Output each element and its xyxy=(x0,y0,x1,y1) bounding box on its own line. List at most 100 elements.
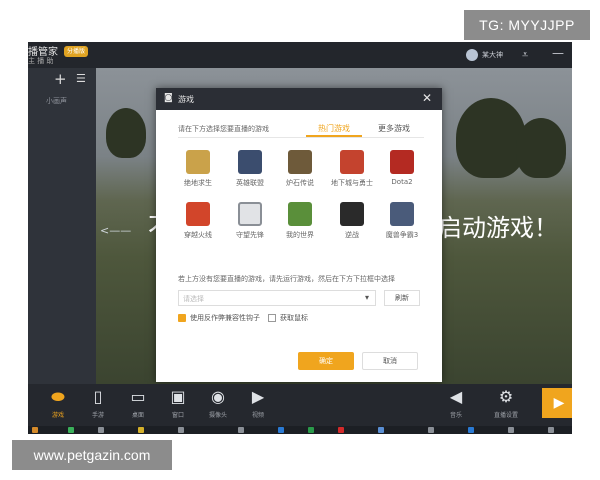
toolbar-item-camera[interactable]: ◉ 摄像头 xyxy=(200,386,236,424)
anti-cheat-label: 使用反作弊兼容性钩子 xyxy=(190,314,260,322)
game-item[interactable]: 逆战 xyxy=(328,202,376,246)
avatar[interactable] xyxy=(466,49,478,61)
tab-hot-games[interactable]: 热门游戏 xyxy=(318,123,350,134)
toolbar-item-game[interactable]: ⬬ 游戏 xyxy=(40,386,76,424)
game-name: 守望先锋 xyxy=(236,231,264,239)
dialog-hint: 请在下方选择您要直播的游戏 xyxy=(178,125,269,133)
cancel-button[interactable]: 取消 xyxy=(362,352,418,370)
anti-cheat-checkbox[interactable] xyxy=(178,314,186,322)
version-badge: 分播版 xyxy=(64,46,89,57)
toolbar-label: 桌面 xyxy=(131,412,144,419)
taskbar-icon[interactable] xyxy=(138,427,144,433)
toolbar-label: 视频 xyxy=(251,412,264,419)
dialog-note: 若上方没有您要直播的游戏，请先运行游戏，然后在下方下拉框中选择 xyxy=(178,275,395,283)
tab-more-games[interactable]: 更多游戏 xyxy=(378,123,410,134)
game-name: 穿越火线 xyxy=(184,231,212,239)
plus-icon[interactable]: + xyxy=(54,70,67,88)
os-taskbar xyxy=(28,426,572,434)
toolbar-item-video[interactable]: ▶ 视频 xyxy=(240,386,276,424)
toolbar-label: 音乐 xyxy=(449,412,462,419)
window-icon: ▣ xyxy=(170,387,186,406)
warcraft3-icon xyxy=(390,202,414,226)
toolbar-item-window[interactable]: ▣ 窗口 xyxy=(160,386,196,424)
game-name: 我的世界 xyxy=(286,231,314,239)
app-window: 播管家 主 播 助 分播版 某大神 ⩡ — + ☰ 小画声 <—— 才 启动游戏… xyxy=(28,42,572,434)
game-name: 魔兽争霸3 xyxy=(385,231,419,239)
overwatch-icon xyxy=(238,202,262,226)
game-item[interactable]: 地下城与勇士 xyxy=(328,150,376,194)
pubg-icon xyxy=(186,150,210,174)
game-name: 绝地求生 xyxy=(184,179,212,187)
taskbar-icon[interactable] xyxy=(178,427,184,433)
watermark-bottom: www.petgazin.com xyxy=(12,440,172,470)
tree xyxy=(516,118,566,178)
divider xyxy=(178,137,424,138)
taskbar-icon[interactable] xyxy=(278,427,284,433)
game-item[interactable]: 绝地求生 xyxy=(174,150,222,194)
minimize-icon[interactable]: — xyxy=(552,46,564,60)
toolbar-item-desktop[interactable]: ▭ 桌面 xyxy=(120,386,156,424)
game-item[interactable]: 魔兽争霸3 xyxy=(378,202,426,246)
nz-icon xyxy=(340,202,364,226)
taskbar-icon[interactable] xyxy=(308,427,314,433)
confirm-button[interactable]: 确定 xyxy=(298,352,354,370)
chevron-down-icon[interactable]: ▾ xyxy=(365,293,369,302)
capture-mouse-checkbox[interactable] xyxy=(268,314,276,322)
menu-icon[interactable]: ⩡ xyxy=(522,48,528,62)
lol-icon xyxy=(238,150,262,174)
toolbar-label: 直播设置 xyxy=(493,412,518,419)
hearthstone-icon xyxy=(288,150,312,174)
refresh-button[interactable]: 刷新 xyxy=(384,290,420,306)
scene-label: 小画声 xyxy=(46,97,67,105)
play-icon: ▶ xyxy=(553,395,565,411)
dialog-header: ◙ 游戏 ✕ xyxy=(156,88,442,110)
bottom-toolbar: ⬬ 游戏 ▯ 手游 ▭ 桌面 ▣ 窗口 ◉ 摄像头 ▶ 视频 ◀ 音乐 ⚙ 直播… xyxy=(28,384,572,426)
toolbar-label: 游戏 xyxy=(51,412,64,419)
dnf-icon xyxy=(340,150,364,174)
game-item[interactable]: 穿越火线 xyxy=(174,202,222,246)
taskbar-icon[interactable] xyxy=(548,427,554,433)
game-item[interactable]: 守望先锋 xyxy=(226,202,274,246)
game-item[interactable]: 炉石传说 xyxy=(276,150,324,194)
taskbar-icon[interactable] xyxy=(468,427,474,433)
taskbar-icon[interactable] xyxy=(98,427,104,433)
speaker-icon: ◀ xyxy=(449,387,463,406)
taskbar-icon[interactable] xyxy=(32,427,38,433)
taskbar-icon[interactable] xyxy=(68,427,74,433)
tree xyxy=(456,98,526,178)
taskbar-icon[interactable] xyxy=(238,427,244,433)
list-icon[interactable]: ☰ xyxy=(76,72,86,85)
scene-panel: + ☰ 小画声 xyxy=(28,68,96,384)
game-name: 逆战 xyxy=(345,231,359,239)
scene-text-right: 启动游戏！ xyxy=(438,214,558,242)
toolbar-item-music[interactable]: ◀ 音乐 xyxy=(438,386,474,424)
select-placeholder: 请选择 xyxy=(183,295,204,303)
phone-icon: ▯ xyxy=(93,387,103,406)
watermark-top: TG: MYYJJPP xyxy=(464,10,590,40)
game-item[interactable]: 英雄联盟 xyxy=(226,150,274,194)
title-bar: 播管家 主 播 助 分播版 某大神 ⩡ — xyxy=(28,42,572,68)
video-icon: ▶ xyxy=(251,387,265,406)
game-process-select[interactable]: 请选择 ▾ xyxy=(178,290,376,306)
monitor-icon: ▭ xyxy=(130,387,146,406)
game-item[interactable]: 我的世界 xyxy=(276,202,324,246)
game-item[interactable]: Dota2 xyxy=(378,150,426,194)
toolbar-item-mobile[interactable]: ▯ 手游 xyxy=(80,386,116,424)
page: TG: MYYJJPP 播管家 主 播 助 分播版 某大神 ⩡ — + ☰ 小画… xyxy=(0,0,600,480)
taskbar-icon[interactable] xyxy=(378,427,384,433)
gamepad-icon: ◙ xyxy=(164,93,173,103)
capture-mouse-label: 获取鼠标 xyxy=(280,314,308,322)
play-button[interactable]: ▶ xyxy=(542,388,572,418)
taskbar-icon[interactable] xyxy=(428,427,434,433)
cf-icon xyxy=(186,202,210,226)
taskbar-icon[interactable] xyxy=(508,427,514,433)
game-name: 英雄联盟 xyxy=(236,179,264,187)
taskbar-icon[interactable] xyxy=(338,427,344,433)
close-icon[interactable]: ✕ xyxy=(422,91,432,105)
arrow-left-icon: <—— xyxy=(100,224,132,237)
toolbar-item-settings[interactable]: ⚙ 直播设置 xyxy=(488,386,524,424)
dota2-icon xyxy=(390,150,414,174)
settings-icon: ⚙ xyxy=(498,387,514,406)
game-name: 地下城与勇士 xyxy=(331,179,373,187)
user-name[interactable]: 某大神 xyxy=(482,50,503,60)
